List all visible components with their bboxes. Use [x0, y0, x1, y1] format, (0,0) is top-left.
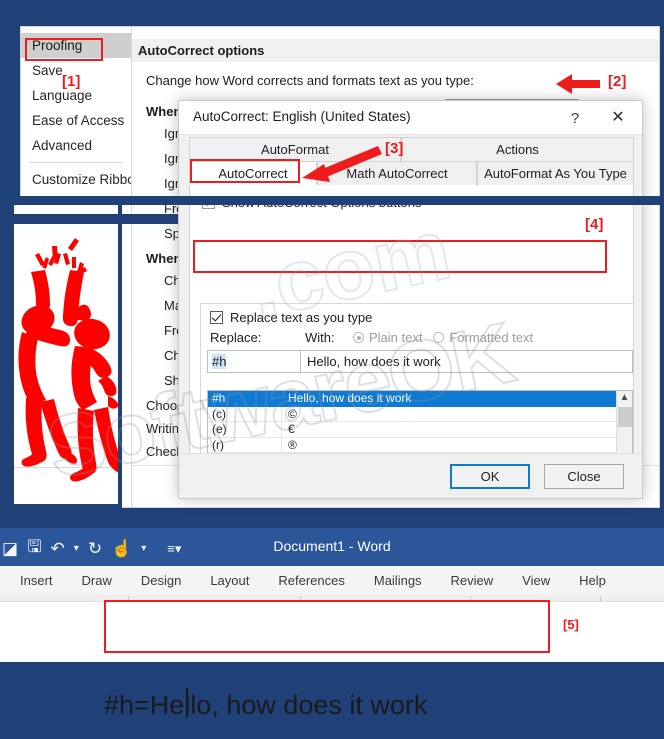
tab-autoformat-as-you-type[interactable]: AutoFormat As You Type [477, 161, 634, 185]
entry-value: Hello, how does it work [288, 391, 412, 406]
with-input-value: Hello, how does it work [307, 354, 441, 369]
list-scrollbar[interactable]: ▲ ▼ [616, 391, 632, 454]
sidebar-item-label: Language [32, 88, 93, 103]
replace-text-group: Replace text as you type Replace: With: … [200, 303, 633, 454]
annotation-label-3: [3] [385, 140, 404, 157]
replace-input-value: #h [212, 354, 227, 369]
sidebar-item-label: Customize Ribbon [32, 172, 143, 187]
ribbon-tab-insert[interactable]: Insert [20, 573, 53, 588]
with-input[interactable]: Hello, how does it work [301, 351, 632, 372]
annotation-box-document-text [104, 600, 550, 653]
document-text: #h=Hello, how does it work [104, 690, 428, 720]
close-button-label: Close [567, 469, 601, 484]
ribbon-tab-references[interactable]: References [278, 573, 344, 588]
annotation-arrow-2 [556, 74, 600, 94]
scrollbar-thumb[interactable] [618, 407, 632, 427]
entry-key: (r) [208, 437, 282, 452]
sidebar-item-customize-ribbon[interactable]: Customize Ribbon [21, 167, 142, 192]
ribbon-tab-review[interactable]: Review [451, 573, 494, 588]
autocorrect-entries-list[interactable]: #h Hello, how does it work (c) © (e) € (… [207, 390, 633, 454]
replace-with-inputs: #h Hello, how does it work [207, 350, 633, 373]
formatted-text-label: Formatted text [449, 330, 534, 345]
list-item[interactable]: (e) € [208, 422, 617, 438]
entries-rows: #h Hello, how does it work (c) © (e) € (… [208, 391, 617, 454]
with-field-label: With: [305, 330, 335, 345]
word-titlebar: ◪ 🖫 ↶ ▾ ↻ ☝ ▾ ≡▾ Document1 - Word [0, 528, 664, 566]
high-five-figures-icon [18, 238, 118, 482]
replace-as-you-type-checkbox[interactable]: Replace text as you type [210, 310, 372, 325]
document-title: Document1 - Word [273, 538, 391, 554]
close-button[interactable]: Close [544, 464, 624, 489]
autocorrect-options-header: AutoCorrect options [132, 39, 659, 62]
sidebar-divider [29, 162, 123, 163]
entry-value: © [288, 406, 297, 421]
tab-label: AutoFormat As You Type [484, 166, 627, 181]
dialog-body: Show AutoCorrect Options buttons Replace… [189, 185, 634, 455]
checkbox-icon [210, 311, 223, 324]
sidebar-item-advanced[interactable]: Advanced [21, 133, 131, 158]
screenshot-root: Proofing Save Language Ease of Access Ad… [0, 0, 664, 739]
tab-actions[interactable]: Actions [401, 137, 634, 161]
ribbon-tabs: Insert Draw Design Layout References Mai… [0, 566, 664, 595]
window-frame-band-left [0, 214, 178, 224]
annotation-box-proofing [25, 38, 103, 61]
text-format-radio-group: Plain text Formatted text [353, 330, 533, 345]
tab-label: Actions [496, 142, 539, 157]
dialog-titlebar: AutoCorrect: English (United States) ? ✕ [179, 101, 642, 135]
sidebar-item-label: Ease of Access [32, 113, 125, 128]
annotation-label-2: [2] [608, 73, 627, 90]
sidebar-item-label: Advanced [32, 138, 93, 153]
ribbon-tab-design[interactable]: Design [141, 573, 181, 588]
annotation-box-replace-inputs [193, 240, 607, 273]
list-item[interactable]: (c) © [208, 406, 617, 422]
formatted-text-radio[interactable] [433, 332, 445, 343]
annotation-label-4: [4] [585, 216, 604, 233]
plain-text-label: Plain text [369, 330, 423, 345]
entry-key: (e) [208, 422, 282, 437]
scroll-up-icon[interactable]: ▲ [617, 391, 632, 406]
checkbox-label: Replace text as you type [230, 310, 373, 325]
annotation-arrow-3 [302, 146, 382, 182]
sidebar-item-label: Save [32, 63, 63, 78]
list-item[interactable]: (r) ® [208, 437, 617, 453]
dialog-tabs-row-1: AutoFormat Actions [189, 137, 634, 161]
ok-button-label: OK [480, 469, 500, 484]
annotation-box-autocorrect-tab [190, 159, 300, 183]
dialog-title: AutoCorrect: English (United States) [193, 109, 411, 124]
ok-button[interactable]: OK [450, 464, 530, 489]
sidebar-item-ease-of-access[interactable]: Ease of Access [21, 108, 131, 133]
window-frame-band [0, 196, 664, 205]
plain-text-radio[interactable] [353, 332, 364, 343]
ribbon-tab-mailings[interactable]: Mailings [374, 573, 422, 588]
replace-field-label: Replace: [210, 330, 262, 345]
text-caret [186, 688, 188, 718]
ribbon-tab-layout[interactable]: Layout [210, 573, 249, 588]
entry-value: € [288, 422, 295, 437]
annotation-label-1: [1] [62, 73, 81, 90]
entry-key: (c) [208, 406, 282, 421]
celebration-illustration-panel [10, 200, 122, 508]
dialog-footer: OK Close [179, 453, 642, 498]
replace-input[interactable]: #h [208, 351, 301, 372]
entry-value: ® [288, 437, 297, 452]
entry-key: #h [208, 391, 282, 406]
ribbon-tab-help[interactable]: Help [579, 573, 606, 588]
ribbon-tab-draw[interactable]: Draw [82, 573, 112, 588]
ribbon-tab-view[interactable]: View [522, 573, 550, 588]
help-icon[interactable]: ? [560, 108, 590, 130]
annotation-label-5: [5] [563, 617, 579, 632]
close-icon[interactable]: ✕ [602, 108, 634, 130]
list-item[interactable]: #h Hello, how does it work [208, 391, 617, 407]
